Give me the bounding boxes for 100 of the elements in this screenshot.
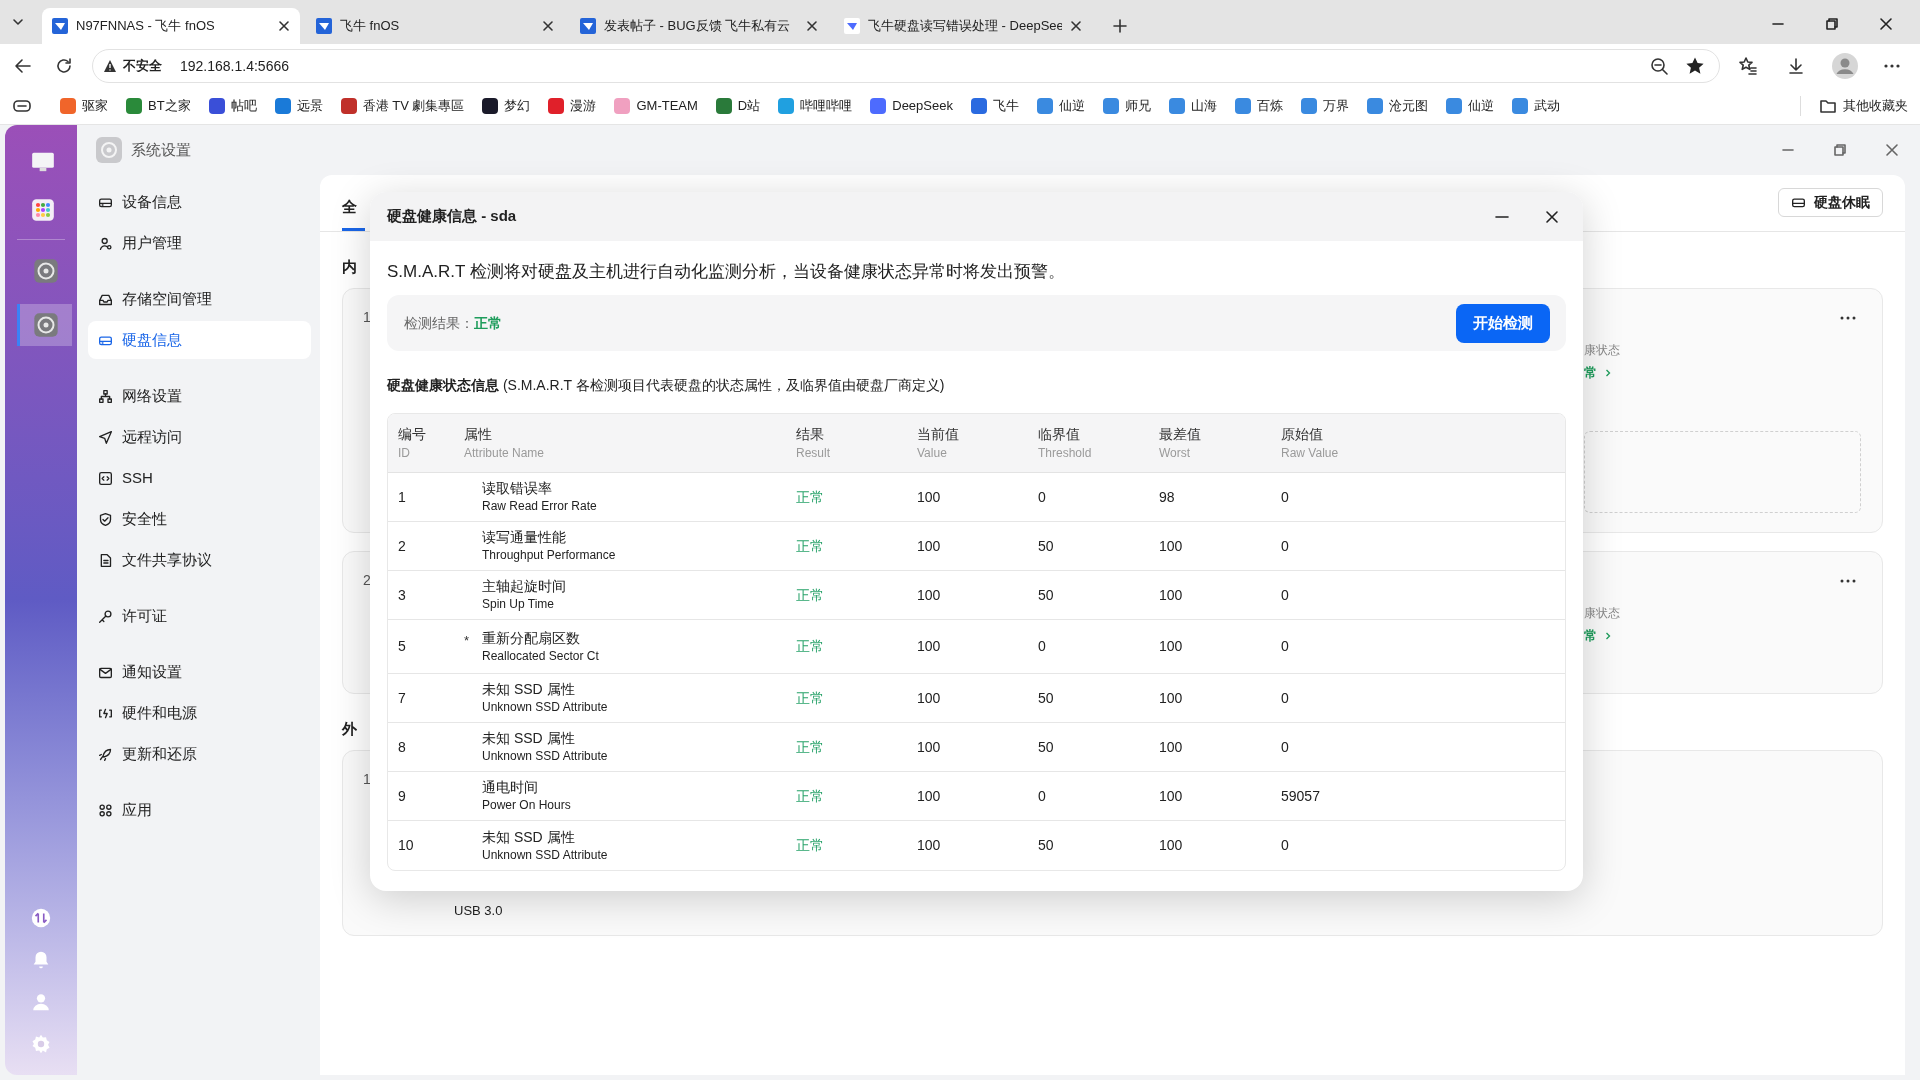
maximize-icon[interactable] — [1832, 142, 1848, 158]
attribute-name-cell: 读取错误率 Raw Read Error Rate — [482, 479, 597, 515]
restore-icon[interactable] — [1824, 16, 1840, 32]
threshold-cell-text: 50 — [1038, 585, 1055, 605]
bookmark[interactable]: 仙逆 — [1036, 96, 1085, 116]
sidebar-item[interactable]: 远程访问 — [88, 418, 311, 456]
warning-icon — [103, 59, 117, 73]
bookmark[interactable]: 武动 — [1511, 96, 1560, 116]
value-cell-text: 100 — [917, 585, 942, 605]
bookmark-icon — [340, 98, 357, 114]
sidebar-item[interactable]: 通知设置 — [88, 653, 311, 691]
bookmark[interactable]: GM-TEAM — [614, 96, 698, 116]
settings-app-icon — [96, 137, 122, 163]
close-icon[interactable] — [1070, 20, 1082, 32]
new-tab-icon[interactable] — [1112, 18, 1128, 34]
star-icon[interactable] — [1685, 56, 1705, 76]
column-header: 临界值 Threshold — [1038, 425, 1093, 461]
browser-tab[interactable]: 飞牛 fnOS — [306, 8, 564, 44]
sidebar-item[interactable]: 用户管理 — [88, 224, 311, 262]
sidebar-item[interactable]: 网络设置 — [88, 377, 311, 415]
start-check-button[interactable]: 开始检测 — [1456, 303, 1550, 343]
asterisk-mark: * — [464, 631, 471, 650]
close-icon[interactable] — [278, 20, 290, 32]
bookmark-icon — [970, 98, 987, 114]
filter-tab[interactable]: 全 — [342, 187, 365, 231]
bookmark[interactable]: BT之家 — [126, 96, 191, 116]
bookmark[interactable]: 沧元图 — [1366, 96, 1428, 116]
bookmark-icon — [274, 98, 291, 114]
folder-icon — [1819, 98, 1837, 114]
bookmark[interactable]: 梦幻 — [482, 96, 531, 116]
sidebar-item[interactable]: 更新和还原 — [88, 735, 311, 773]
bookmark[interactable]: 驱家 — [60, 96, 108, 116]
sidebar-item[interactable]: 设备信息 — [88, 183, 311, 221]
reading-list-icon[interactable] — [12, 98, 32, 114]
bookmark[interactable]: 香港 TV 劇集專區 — [340, 96, 465, 116]
sidebar-item[interactable]: 文件共享协议 — [88, 541, 311, 579]
dialog-title: 硬盘健康信息 - sda — [387, 206, 517, 227]
bookmark[interactable]: 万界 — [1300, 96, 1349, 116]
raw-value-cell-text: 0 — [1281, 737, 1290, 757]
chevron-right-icon — [1605, 367, 1611, 378]
sidebar-item[interactable]: SSH — [88, 459, 311, 497]
site-icon — [580, 18, 596, 34]
browser-tab[interactable]: N97FNNAS - 飞牛 fnOS — [42, 8, 300, 44]
worst-cell-text: 100 — [1159, 836, 1184, 855]
bookmark-icon — [1445, 98, 1462, 114]
threshold-cell-text: 0 — [1038, 637, 1047, 656]
close-icon[interactable] — [542, 20, 554, 32]
reload-icon[interactable] — [54, 56, 74, 76]
sidebar-item[interactable]: 存储空间管理 — [88, 280, 311, 318]
raw-value-cell-text: 0 — [1281, 637, 1290, 656]
value-cell-text: 100 — [917, 737, 942, 757]
sidebar-item[interactable]: 应用 — [88, 791, 311, 829]
bookmark-icon — [1168, 98, 1185, 114]
favorites-icon[interactable] — [1738, 56, 1758, 76]
download-icon[interactable] — [1786, 56, 1806, 76]
threshold-cell-text: 50 — [1038, 536, 1055, 556]
more-icon[interactable] — [1839, 578, 1857, 584]
attribute-name-cell: 未知 SSD 属性 Unknown SSD Attribute — [482, 827, 608, 864]
dock-item[interactable] — [17, 304, 72, 346]
id-cell-text: 3 — [398, 585, 407, 605]
other-bookmarks[interactable]: 其他收藏夹 — [1800, 96, 1908, 116]
sleep-button[interactable]: 硬盘休眠 — [1778, 188, 1883, 217]
bookmark[interactable]: 帖吧 — [208, 96, 257, 116]
bookmark[interactable]: 飞牛 — [970, 96, 1019, 116]
bookmark[interactable]: 哔哩哔哩 — [778, 96, 853, 116]
whale-icon — [844, 18, 860, 34]
disk-index: 1 — [363, 770, 371, 789]
bookmark-icon — [715, 98, 732, 114]
sidebar-item[interactable]: 硬盘信息 — [88, 321, 311, 359]
bookmark[interactable]: D站 — [715, 96, 761, 116]
sidebar-item[interactable]: 许可证 — [88, 597, 311, 635]
more-icon[interactable] — [1839, 315, 1857, 321]
section-heading: 外 — [342, 719, 357, 738]
bookmark[interactable]: 远景 — [274, 96, 323, 116]
browser-tab[interactable]: 发表帖子 - BUG反馈 飞牛私有云 — [570, 8, 828, 44]
bookmark-icon — [482, 98, 499, 114]
chevron-right-icon — [1605, 630, 1611, 641]
bookmark[interactable]: DeepSeek — [870, 96, 953, 116]
value-cell-text: 100 — [917, 536, 942, 556]
zoom-out-icon[interactable] — [1649, 56, 1669, 76]
bookmark[interactable]: 山海 — [1168, 96, 1217, 116]
bookmark[interactable]: 师兄 — [1102, 96, 1151, 116]
id-cell-text: 7 — [398, 688, 407, 708]
sidebar-item[interactable]: 硬件和电源 — [88, 694, 311, 732]
transfer-icon[interactable] — [30, 907, 52, 929]
bookmark[interactable]: 漫游 — [548, 96, 597, 116]
bookmark-icon — [614, 98, 631, 114]
close-icon[interactable] — [806, 20, 818, 32]
raw-value-cell-text: 0 — [1281, 536, 1290, 556]
worst-cell-text: 100 — [1159, 737, 1184, 757]
profile-avatar-icon[interactable] — [1832, 53, 1858, 79]
back-icon[interactable] — [13, 56, 33, 76]
close-icon[interactable] — [1544, 208, 1560, 225]
bookmark-icon — [1234, 98, 1251, 114]
sidebar-item[interactable]: 安全性 — [88, 500, 311, 538]
id-cell-text: 8 — [398, 737, 407, 757]
close-icon[interactable] — [1878, 16, 1894, 32]
bookmark[interactable]: 百炼 — [1234, 96, 1283, 116]
bookmark[interactable]: 仙逆 — [1445, 96, 1494, 116]
section-heading: 内 — [342, 257, 357, 276]
